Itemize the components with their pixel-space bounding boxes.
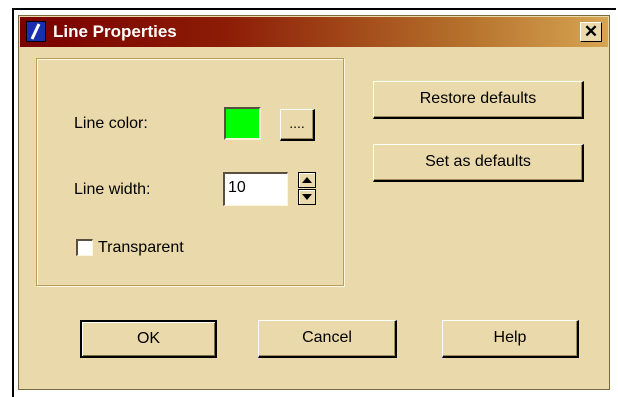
browse-color-button[interactable]: .... — [280, 109, 315, 141]
transparent-label[interactable]: Transparent — [98, 238, 184, 258]
cancel-button[interactable]: Cancel — [258, 320, 397, 358]
dialog-title: Line Properties — [53, 22, 177, 41]
line-color-swatch[interactable] — [224, 107, 261, 140]
arrow-down-icon — [302, 194, 312, 200]
line-width-label: Line width: — [74, 181, 151, 198]
close-icon: ✕ — [583, 22, 599, 41]
set-as-defaults-button[interactable]: Set as defaults — [373, 144, 584, 182]
restore-defaults-button[interactable]: Restore defaults — [373, 81, 584, 119]
transparent-checkbox[interactable] — [76, 239, 93, 256]
line-color-label: Line color: — [74, 115, 148, 132]
line-width-field[interactable]: 10 — [223, 172, 288, 206]
close-button[interactable]: ✕ — [580, 22, 602, 42]
title-bar[interactable]: Line Properties ✕ — [20, 17, 608, 47]
pen-icon — [26, 21, 46, 42]
arrow-up-icon — [302, 177, 312, 183]
help-button[interactable]: Help — [442, 320, 579, 358]
spin-down-button[interactable] — [298, 189, 316, 205]
spin-up-button[interactable] — [298, 172, 316, 188]
ok-button[interactable]: OK — [80, 320, 217, 358]
